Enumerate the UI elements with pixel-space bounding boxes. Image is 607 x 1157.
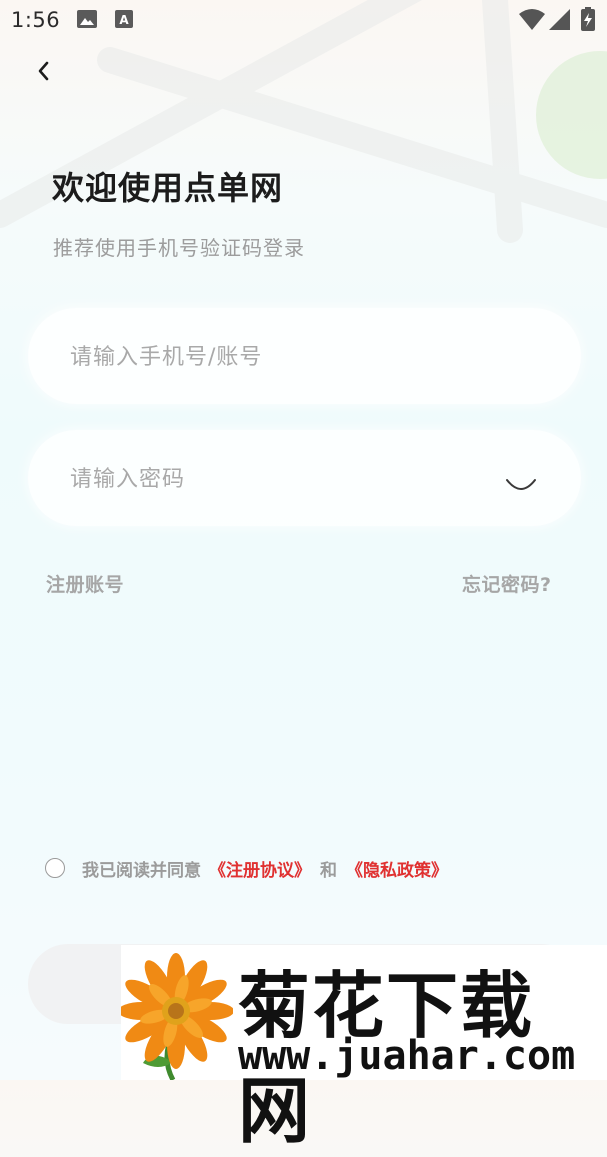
font-a-icon: A [115,10,133,28]
agreement-prefix: 我已阅读并同意 [82,860,201,881]
terms-link[interactable]: 《注册协议》 [209,856,311,881]
eye-closed-icon[interactable] [503,474,539,494]
flower-logo-icon [121,953,233,1080]
watermark-url: www.juahar.com [238,1033,576,1079]
password-input[interactable] [68,430,502,528]
password-field[interactable] [28,430,581,528]
status-bar: 1:56 A [0,0,607,42]
register-link[interactable]: 注册账号 [46,570,124,597]
account-input[interactable] [68,308,502,406]
page-subtitle: 推荐使用手机号验证码登录 [53,236,305,260]
chevron-left-icon [38,61,49,81]
page-title: 欢迎使用点单网 [52,169,284,207]
forgot-password-link[interactable]: 忘记密码? [462,570,552,597]
agreement-row: 我已阅读并同意 《注册协议》 和 《隐私政策》 [45,855,448,881]
status-time: 1:56 [11,8,61,32]
wifi-icon [519,9,545,30]
svg-text:A: A [119,13,129,27]
privacy-link[interactable]: 《隐私政策》 [346,856,448,881]
signal-icon [549,9,570,30]
agreement-and: 和 [320,860,337,881]
image-icon [77,10,97,28]
watermark: 菊花下载网 www.juahar.com [121,945,607,1153]
battery-charging-icon [581,7,595,31]
agreement-checkbox[interactable] [45,858,65,878]
account-field[interactable] [28,308,581,406]
back-button[interactable] [26,52,60,90]
